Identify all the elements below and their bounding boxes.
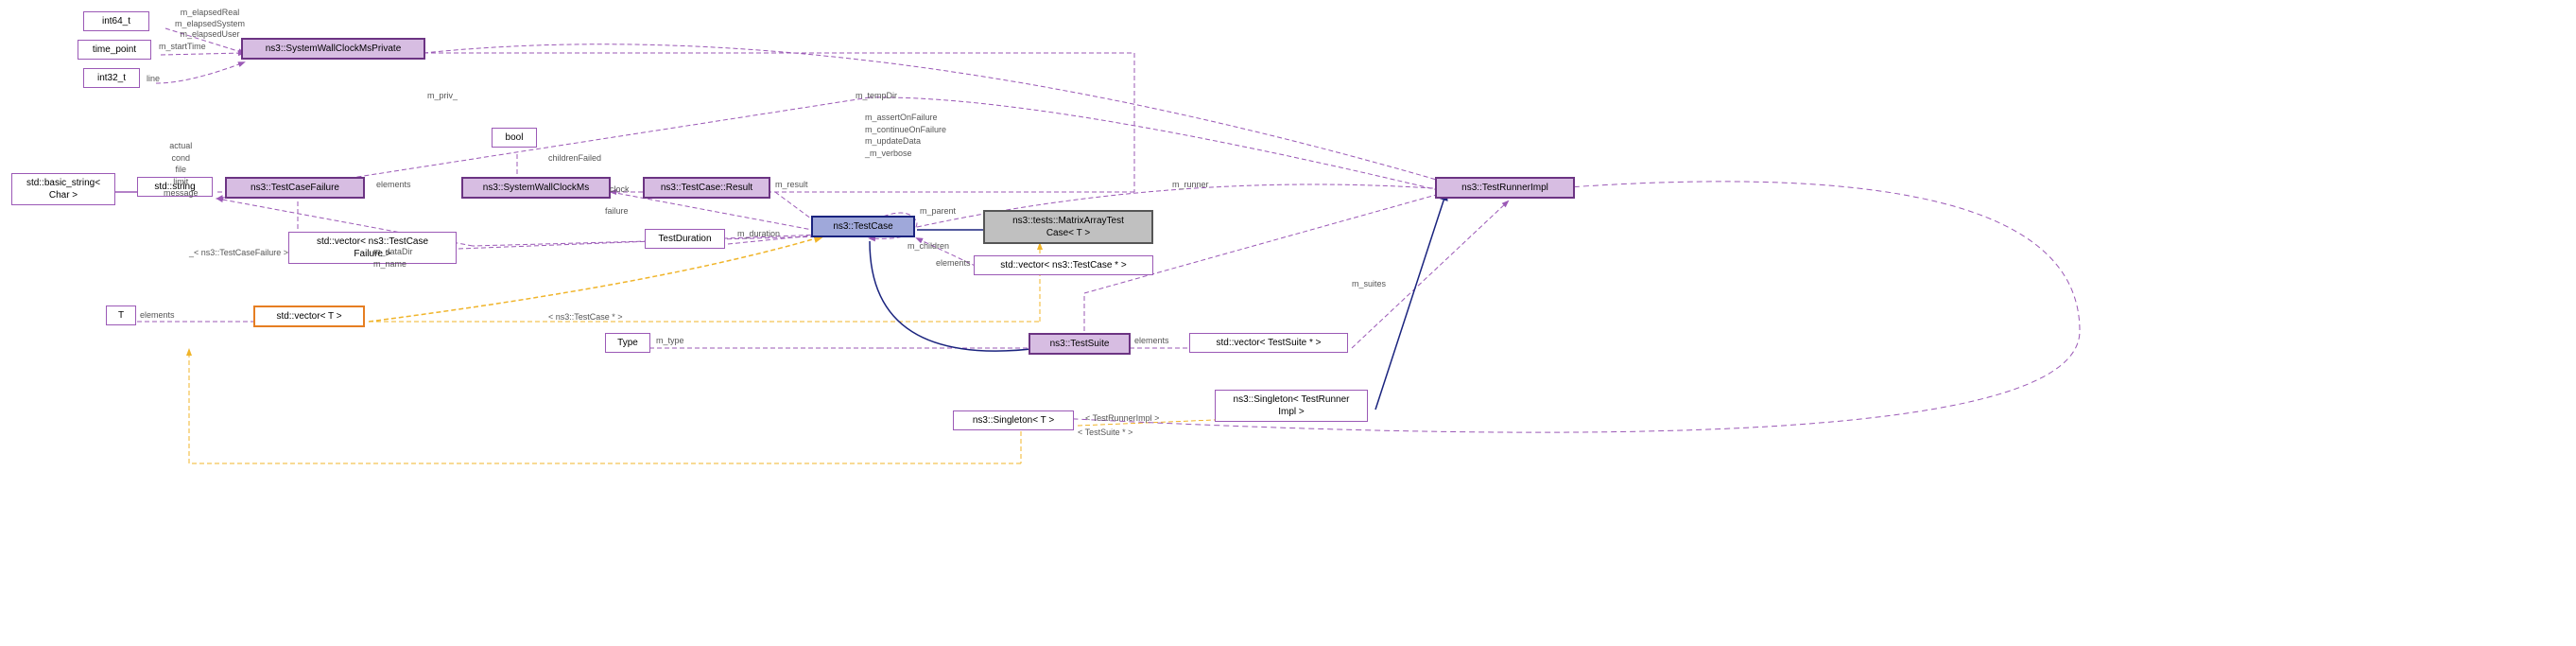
label-melapsed: m_elapsedRealm_elapsedSystemm_elapsedUse… — [175, 8, 245, 41]
label-ns3testcasefailure: _< ns3::TestCaseFailure > — [189, 248, 288, 257]
label-testcase-ptr: < ns3::TestCase * > — [548, 312, 623, 322]
node-vector-TestSuite: std::vector< TestSuite * > — [1189, 333, 1348, 353]
node-TestCaseFailure: ns3::TestCaseFailure — [225, 177, 365, 199]
node-Type: Type — [605, 333, 650, 353]
node-MatrixArrayTestCase: ns3::tests::MatrixArrayTestCase< T > — [983, 210, 1153, 244]
node-TestSuite: ns3::TestSuite — [1029, 333, 1131, 355]
label-elements2: elements — [936, 258, 971, 268]
label-mtempdir: m_tempDir — [856, 91, 897, 100]
node-TestRunnerImpl: ns3::TestRunnerImpl — [1435, 177, 1575, 199]
label-mparent: m_parent — [920, 206, 956, 216]
node-int32_t: int32_t — [83, 68, 140, 88]
node-Singleton-TestRunnerImpl: ns3::Singleton< TestRunnerImpl > — [1215, 390, 1368, 422]
label-mrunner: m_runner — [1172, 180, 1209, 189]
label-fields: actualcondfilelimitmessage — [164, 140, 199, 200]
node-basic_string: std::basic_string<Char > — [11, 173, 115, 205]
node-Singleton-T: ns3::Singleton< T > — [953, 410, 1074, 430]
node-bool: bool — [492, 128, 537, 148]
node-vector-TestCase: std::vector< ns3::TestCase * > — [974, 255, 1153, 275]
label-failure: failure — [605, 206, 629, 216]
label-massert: m_assertOnFailurem_continueOnFailurem_up… — [865, 112, 946, 159]
label-elements-T: elements — [140, 310, 175, 320]
label-testrunnerimpl-arr: < TestRunnerImpl > — [1085, 413, 1159, 423]
label-mpriv: m_priv_ — [427, 91, 458, 100]
node-T: T — [106, 306, 136, 325]
label-msuites: m_suites — [1352, 279, 1386, 288]
node-int64_t: int64_t — [83, 11, 149, 31]
label-childrenfailed: childrenFailed — [548, 153, 601, 163]
node-TestDuration: TestDuration — [645, 229, 725, 249]
label-mresult: m_result — [775, 180, 808, 189]
label-clock: clock — [610, 184, 630, 194]
label-mduration: m_duration — [737, 229, 780, 238]
node-SystemWallClockMsPrivate: ns3::SystemWallClockMsPrivate — [241, 38, 425, 60]
label-line: line — [147, 74, 160, 83]
label-testsuite-ptr: < TestSuite * > — [1078, 428, 1132, 437]
label-elements1: elements — [376, 180, 411, 189]
diagram-container: int64_t m_elapsedRealm_elapsedSystemm_el… — [0, 0, 2576, 646]
node-time_point: time_point — [78, 40, 151, 60]
node-vector-TestCaseFailure: std::vector< ns3::TestCaseFailure > — [288, 232, 457, 264]
node-TestCaseResult: ns3::TestCase::Result — [643, 177, 770, 199]
label-mtype: m_type — [656, 336, 684, 345]
arrows-svg — [0, 0, 2576, 646]
node-TestCase: ns3::TestCase — [811, 216, 915, 237]
label-elements3: elements — [1134, 336, 1169, 345]
label-mstarttime: m_startTime — [159, 42, 206, 51]
label-mdatadir: m_dataDirm_name — [373, 246, 413, 270]
node-SystemWallClockMs: ns3::SystemWallClockMs — [461, 177, 611, 199]
node-vector-T: std::vector< T > — [253, 306, 365, 327]
label-mchildren: m_children — [908, 241, 949, 251]
